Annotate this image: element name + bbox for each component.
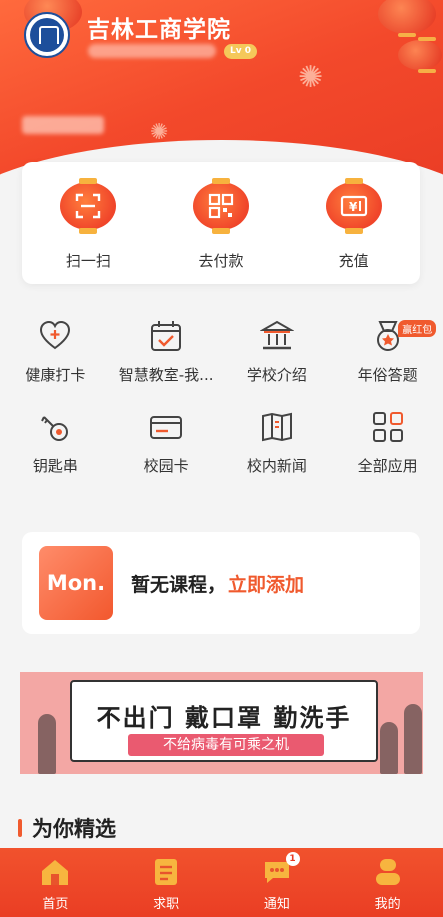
red-envelope-tag: 赢红包 [398, 320, 437, 337]
banner-board: 不出门 戴口罩 勤洗手 不给病毒有可乘之机 [70, 680, 378, 762]
firework-decoration: ✺ [298, 60, 324, 95]
quick-action-recharge[interactable]: ¥ 充值 [287, 162, 420, 284]
app-campus-news[interactable]: 校内新闻 [222, 407, 333, 476]
nav-label: 我的 [374, 897, 401, 912]
nav-label: 首页 [42, 897, 69, 912]
school-building-icon [257, 316, 297, 356]
school-logo [24, 12, 70, 58]
quick-actions-card: 扫一扫 去付款 ¥ 充值 [22, 162, 420, 284]
crowd-figure [380, 722, 398, 774]
lantern-decoration [398, 37, 442, 73]
nav-jobs[interactable]: 求职 [111, 848, 222, 917]
app-grid: 健康打卡 智慧教室-我... 学校介绍 赢红包 年俗答题 钥匙串 校园卡 校内新… [0, 316, 443, 476]
app-smart-classroom[interactable]: 智慧教室-我... [111, 316, 222, 385]
app-campus-card[interactable]: 校园卡 [111, 407, 222, 476]
user-name-blurred [88, 44, 216, 58]
banner-title: 不出门 戴口罩 勤洗手 [96, 704, 352, 732]
no-course-text: 暂无课程， [131, 573, 227, 596]
card-icon [146, 407, 186, 447]
profile-icon [371, 855, 405, 889]
quick-action-scan[interactable]: 扫一扫 [22, 162, 155, 284]
app-label: 全部应用 [357, 457, 418, 475]
app-label: 智慧教室-我... [118, 366, 214, 384]
nav-label: 通知 [263, 897, 290, 912]
user-id-blurred [22, 116, 104, 134]
quick-action-pay[interactable]: 去付款 [155, 162, 288, 284]
quick-action-label: 扫一扫 [65, 252, 111, 270]
svg-text:¥: ¥ [349, 200, 358, 214]
app-label: 健康打卡 [25, 366, 86, 384]
course-card[interactable]: Mon. 暂无课程， 立即添加 [22, 532, 420, 634]
resume-icon [149, 855, 183, 889]
home-icon [38, 855, 72, 889]
nav-notifications[interactable]: 1 通知 [222, 848, 333, 917]
calendar-check-icon [146, 316, 186, 356]
app-label: 学校介绍 [246, 366, 307, 384]
section-accent-bar [18, 819, 22, 837]
app-school-intro[interactable]: 学校介绍 [222, 316, 333, 385]
newspaper-icon [257, 407, 297, 447]
recharge-icon: ¥ [325, 178, 382, 234]
app-health-checkin[interactable]: 健康打卡 [0, 316, 111, 385]
qr-code-icon [193, 178, 249, 234]
app-label: 年俗答题 [357, 366, 418, 384]
crowd-figure [404, 704, 422, 774]
section-header: 为你精选 [18, 813, 116, 843]
grid-icon [368, 407, 408, 447]
quick-action-label: 充值 [338, 252, 369, 270]
app-label: 校园卡 [143, 457, 189, 475]
health-banner[interactable]: 不出门 戴口罩 勤洗手 不给病毒有可乘之机 [20, 672, 423, 774]
school-name: 吉林工商学院 [87, 17, 231, 43]
add-course-link[interactable]: 立即添加 [228, 570, 304, 597]
banner-subtitle: 不给病毒有可乘之机 [128, 734, 324, 756]
quick-action-label: 去付款 [198, 252, 244, 270]
nav-profile[interactable]: 我的 [332, 848, 443, 917]
app-all-apps[interactable]: 全部应用 [332, 407, 443, 476]
app-keychain[interactable]: 钥匙串 [0, 407, 111, 476]
level-badge: Lv 0 [224, 44, 257, 59]
notification-badge: 1 [285, 852, 300, 866]
crowd-figure [38, 714, 56, 774]
section-title: 为你精选 [32, 817, 116, 841]
lantern-decoration [378, 0, 436, 37]
app-label: 钥匙串 [32, 457, 78, 475]
scan-icon [60, 178, 117, 234]
app-new-year-quiz[interactable]: 赢红包 年俗答题 [332, 316, 443, 385]
key-icon [35, 407, 75, 447]
app-label: 校内新闻 [246, 457, 307, 475]
nav-label: 求职 [153, 897, 180, 912]
nav-home[interactable]: 首页 [0, 848, 111, 917]
weekday-badge: Mon. [39, 546, 113, 620]
heart-plus-icon [35, 316, 75, 356]
bottom-nav: 首页 求职 1 通知 我的 [0, 848, 443, 917]
